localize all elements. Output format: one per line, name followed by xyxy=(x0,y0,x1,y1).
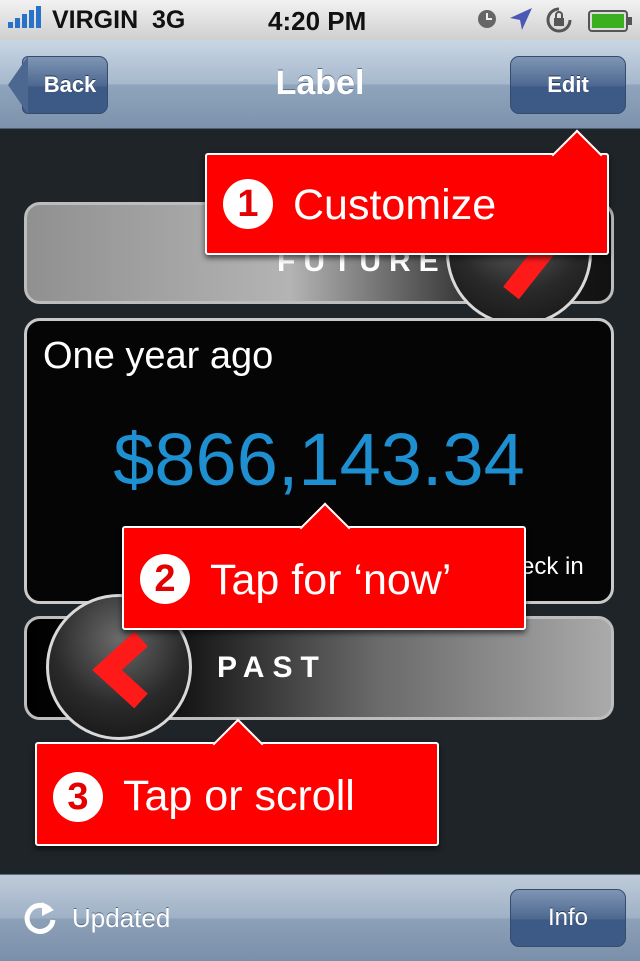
navigation-bar: Back Label Edit xyxy=(0,40,640,129)
carrier-name: VIRGIN xyxy=(52,6,139,34)
edit-button-label: Edit xyxy=(547,72,589,97)
page-title: Label xyxy=(275,64,365,102)
back-button[interactable]: Back xyxy=(22,56,108,114)
callout-number: 2 xyxy=(140,554,190,604)
callout-tap-or-scroll: 3 Tap or scroll xyxy=(35,718,439,846)
rotation-lock-icon xyxy=(546,7,572,33)
amount-value: $866,143.34 xyxy=(113,418,525,501)
callout-text: Tap or scroll xyxy=(123,772,355,820)
callout-text: Tap for ‘now’ xyxy=(210,556,452,604)
alarm-clock-icon xyxy=(478,10,496,28)
period-label: One year ago xyxy=(43,335,274,377)
callout-text: Customize xyxy=(293,181,497,229)
updated-label: Updated xyxy=(72,902,171,933)
footer-text: eck in xyxy=(521,553,584,580)
callout-number: 1 xyxy=(223,179,273,229)
status-time: 4:20 PM xyxy=(268,6,367,36)
info-button-label: Info xyxy=(547,904,589,931)
refresh-control[interactable]: Updated xyxy=(20,893,170,943)
bottom-toolbar: Updated Info xyxy=(0,874,640,961)
network-type: 3G xyxy=(152,6,186,34)
location-arrow-icon xyxy=(510,8,532,30)
status-bar: VIRGIN 3G 4:20 PM xyxy=(0,0,640,41)
refresh-icon xyxy=(24,902,56,934)
info-button[interactable]: Info xyxy=(510,889,626,947)
back-arrow-tip xyxy=(8,56,28,114)
battery-icon xyxy=(588,10,632,32)
back-button-label: Back xyxy=(43,72,97,97)
edit-button[interactable]: Edit xyxy=(510,56,626,114)
callout-number: 3 xyxy=(53,772,103,822)
past-label: PAST xyxy=(217,651,327,684)
callout-customize: 1 Customize xyxy=(205,129,609,255)
callout-tap-for-now: 2 Tap for ‘now’ xyxy=(122,502,526,630)
